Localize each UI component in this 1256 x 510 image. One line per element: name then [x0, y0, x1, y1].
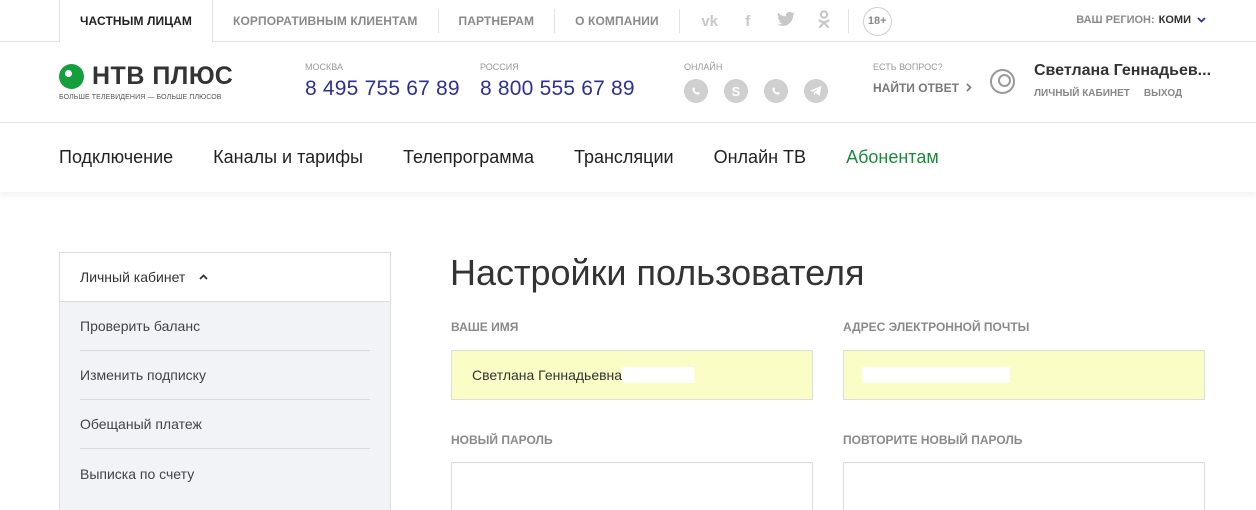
facebook-icon[interactable]: f: [738, 13, 758, 30]
tab-partners[interactable]: ПАРТНЕРАМ: [439, 9, 556, 33]
age-rating-badge: 18+: [862, 6, 892, 36]
sidebar-item-check-balance[interactable]: Проверить баланс: [80, 302, 370, 351]
vk-icon[interactable]: vk: [700, 13, 720, 30]
help-block: ЕСТЬ ВОПРОС? НАЙТИ ОТВЕТ: [873, 62, 972, 95]
email-label: АДРЕС ЭЛЕКТРОННОЙ ПОЧТЫ: [843, 320, 1030, 334]
find-answer-link[interactable]: НАЙТИ ОТВЕТ: [873, 81, 972, 95]
name-value: Светлана Геннадьевна: [472, 367, 623, 383]
user-avatar-icon[interactable]: [990, 69, 1015, 94]
whatsapp-icon[interactable]: [684, 79, 708, 103]
nav-broadcasts[interactable]: Трансляции: [574, 147, 674, 168]
online-contacts: ОНЛАЙН S: [684, 62, 828, 103]
nav-channels-tariffs[interactable]: Каналы и тарифы: [213, 147, 363, 168]
phone-russia-number[interactable]: 8 800 555 67 89: [480, 77, 635, 101]
personal-cabinet-link[interactable]: ЛИЧНЫЙ КАБИНЕТ: [1034, 88, 1130, 99]
telegram-icon[interactable]: [804, 79, 828, 103]
phone-russia: РОССИЯ 8 800 555 67 89: [480, 62, 635, 101]
sidebar-item-promised-payment[interactable]: Обещаный платеж: [80, 400, 370, 449]
new-password-field[interactable]: [451, 462, 813, 510]
sidebar-item-account-statement[interactable]: Выписка по счету: [80, 449, 370, 498]
region-value: КОМИ: [1158, 14, 1191, 26]
logout-link[interactable]: ВЫХОД: [1144, 88, 1182, 99]
redacted-block: [622, 367, 695, 383]
tab-corporate[interactable]: КОРПОРАТИВНЫМ КЛИЕНТАМ: [213, 9, 439, 33]
top-bar: ЧАСТНЫМ ЛИЦАМ КОРПОРАТИВНЫМ КЛИЕНТАМ ПАР…: [0, 0, 1256, 43]
tab-private[interactable]: ЧАСТНЫМ ЛИЦАМ: [59, 0, 214, 43]
site-header: НТВ ПЛЮС БОЛЬШЕ ТЕЛЕВИДЕНИЯ — БОЛЬШЕ ПЛЮ…: [0, 42, 1256, 123]
tab-about[interactable]: О КОМПАНИИ: [555, 9, 680, 33]
sidebar-header[interactable]: Личный кабинет: [60, 253, 390, 302]
name-label: ВАШЕ ИМЯ: [451, 320, 519, 334]
account-sidebar: Личный кабинет Проверить баланс Изменить…: [59, 252, 391, 510]
sidebar-item-change-subscription[interactable]: Изменить подписку: [80, 351, 370, 400]
nav-online-tv[interactable]: Онлайн ТВ: [714, 147, 806, 168]
main-navigation: Подключение Каналы и тарифы Телепрограмм…: [0, 123, 1256, 192]
logo-text: НТВ ПЛЮС: [92, 62, 234, 90]
help-label: ЕСТЬ ВОПРОС?: [873, 62, 943, 72]
new-password-label: НОВЫЙ ПАРОЛЬ: [451, 433, 553, 447]
redacted-block: [862, 367, 1010, 383]
repeat-password-field[interactable]: [843, 462, 1205, 510]
phone-russia-label: РОССИЯ: [480, 62, 519, 72]
email-field[interactable]: [843, 350, 1205, 400]
phone-moscow-number[interactable]: 8 495 755 67 89: [305, 77, 460, 101]
online-label: ОНЛАЙН: [684, 62, 723, 72]
user-name[interactable]: Светлана Геннадьев...: [1034, 62, 1211, 80]
find-answer-label: НАЙТИ ОТВЕТ: [873, 81, 959, 95]
logo[interactable]: НТВ ПЛЮС БОЛЬШЕ ТЕЛЕВИДЕНИЯ — БОЛЬШЕ ПЛЮ…: [59, 62, 233, 101]
chevron-up-icon: [199, 272, 208, 283]
nav-subscribers[interactable]: Абонентам: [846, 147, 939, 168]
viber-icon[interactable]: [764, 79, 788, 103]
region-label: ВАШ РЕГИОН:: [1076, 14, 1155, 26]
repeat-password-label: ПОВТОРИТЕ НОВЫЙ ПАРОЛЬ: [843, 433, 1023, 447]
audience-tabs: ЧАСТНЫМ ЛИЦАМ КОРПОРАТИВНЫМ КЛИЕНТАМ ПАР…: [59, 0, 892, 43]
page-title: Настройки пользователя: [450, 252, 865, 293]
sidebar-menu: Проверить баланс Изменить подписку Обеща…: [60, 302, 390, 510]
twitter-icon[interactable]: [776, 11, 796, 30]
phone-moscow: МОСКВА 8 495 755 67 89: [305, 62, 460, 101]
sidebar-title: Личный кабинет: [80, 269, 186, 285]
odnoklassniki-icon[interactable]: [814, 10, 834, 32]
chevron-right-icon: [966, 81, 972, 95]
user-account: Светлана Геннадьев... ЛИЧНЫЙ КАБИНЕТ ВЫХ…: [1034, 62, 1211, 99]
logo-tagline: БОЛЬШЕ ТЕЛЕВИДЕНИЯ — БОЛЬШЕ ПЛЮСОВ: [59, 94, 222, 101]
name-field[interactable]: Светлана Геннадьевна: [451, 350, 813, 400]
nav-tv-program[interactable]: Телепрограмма: [403, 147, 534, 168]
chevron-down-icon: [1197, 15, 1206, 26]
logo-mark-icon: [59, 64, 84, 89]
social-links: vk f: [680, 9, 849, 33]
skype-icon[interactable]: S: [724, 79, 748, 103]
nav-connection[interactable]: Подключение: [59, 147, 173, 168]
region-selector[interactable]: ВАШ РЕГИОН: КОМИ: [1076, 0, 1206, 40]
phone-moscow-label: МОСКВА: [305, 62, 343, 72]
